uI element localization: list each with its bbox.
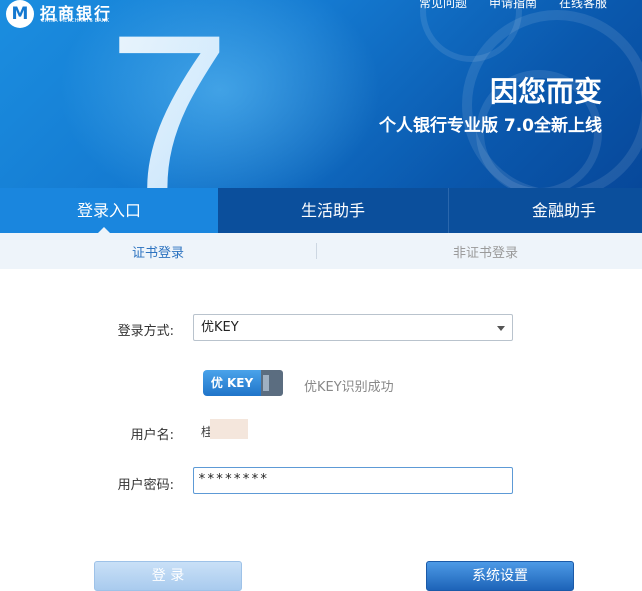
slogan: 因您而变	[489, 75, 602, 108]
ukey-connector	[261, 370, 283, 396]
username-mask	[210, 419, 248, 439]
login-method-label: 登录方式:	[117, 324, 174, 339]
top-link-faq[interactable]: 常见问题	[419, 0, 467, 11]
header-banner: M 招商银行 CHINA MERCHANTS BANK 常见问题 申请指南 在线…	[0, 0, 642, 188]
chevron-down-icon	[497, 326, 505, 331]
password-label: 用户密码:	[117, 478, 174, 493]
top-links: 常见问题 申请指南 在线客服	[419, 0, 607, 11]
password-field[interactable]: ********	[193, 467, 513, 494]
bank-logo-icon: M	[6, 0, 34, 28]
login-method-value: 优KEY	[201, 320, 239, 335]
username-label: 用户名:	[130, 428, 174, 443]
sub-tabs: 证书登录 非证书登录	[0, 233, 642, 269]
login-button[interactable]: 登 录	[94, 561, 242, 591]
subtab-divider	[315, 243, 317, 259]
tab-login[interactable]: 登录入口	[0, 188, 218, 233]
ukey-status: 优KEY识别成功	[304, 380, 394, 395]
system-settings-button[interactable]: 系统设置	[426, 561, 574, 591]
bank-name-en: CHINA MERCHANTS BANK	[41, 18, 110, 24]
top-link-support[interactable]: 在线客服	[559, 0, 607, 11]
tab-life-assistant[interactable]: 生活助手	[218, 188, 449, 233]
login-method-select[interactable]: 优KEY	[193, 314, 513, 341]
subtab-non-certificate-login[interactable]: 非证书登录	[329, 242, 642, 261]
version-numeral-text: 7	[108, 0, 230, 188]
ukey-device: 优 KEY	[203, 370, 283, 396]
subslogan: 个人银行专业版 7.0全新上线	[378, 116, 602, 136]
tab-finance-assistant[interactable]: 金融助手	[449, 188, 642, 233]
top-link-guide[interactable]: 申请指南	[489, 0, 537, 11]
version-numeral: 7	[108, 0, 230, 188]
ukey-icon: 优 KEY	[203, 370, 261, 396]
subtab-certificate-login[interactable]: 证书登录	[0, 242, 316, 261]
main-tabs: 登录入口 生活助手 金融助手	[0, 188, 642, 233]
